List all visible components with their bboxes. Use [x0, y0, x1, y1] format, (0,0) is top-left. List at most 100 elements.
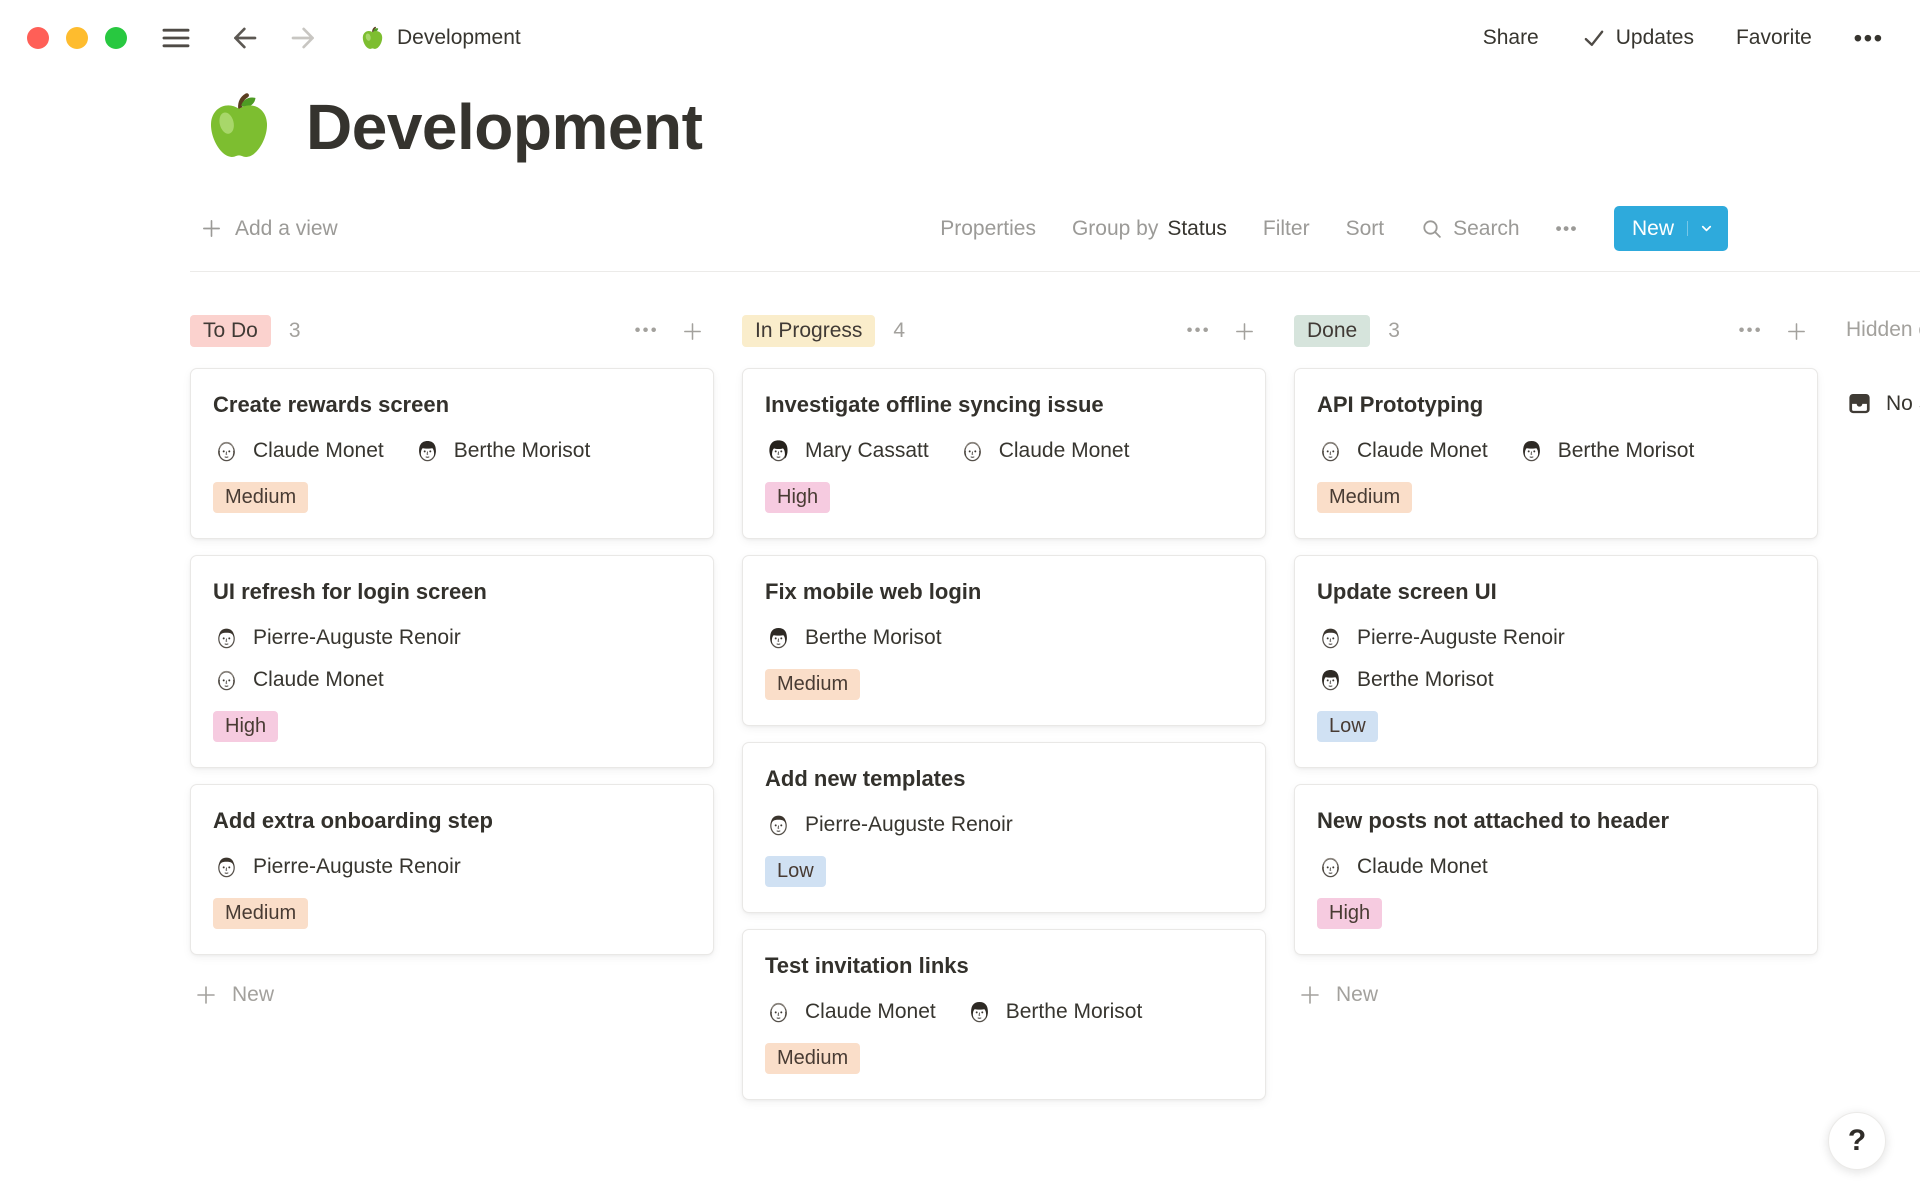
- assignee-name: Pierre-Auguste Renoir: [253, 855, 461, 879]
- kanban-card[interactable]: Update screen UIPierre-Auguste RenoirBer…: [1294, 555, 1818, 768]
- share-button[interactable]: Share: [1483, 26, 1539, 50]
- group-by-button[interactable]: Group by Status: [1072, 217, 1227, 241]
- board-columns: To Do3•••Create rewards screenClaude Mon…: [190, 312, 1818, 1100]
- group-by-value: Status: [1167, 217, 1227, 241]
- page-title[interactable]: Development: [306, 90, 702, 164]
- column-status-pill[interactable]: To Do: [190, 315, 271, 347]
- assignee: Pierre-Auguste Renoir: [1317, 624, 1565, 651]
- search-icon: [1420, 217, 1444, 241]
- kanban-card[interactable]: New posts not attached to headerClaude M…: [1294, 784, 1818, 955]
- filter-button[interactable]: Filter: [1263, 217, 1310, 241]
- search-button[interactable]: Search: [1420, 217, 1520, 241]
- plus-icon: [1298, 983, 1322, 1007]
- kanban-card[interactable]: API Prototyping Claude MonetBerthe Moriso…: [1294, 368, 1818, 539]
- avatar-man-bald-icon: [765, 998, 792, 1025]
- card-title: API Prototyping: [1317, 390, 1795, 419]
- column-more-button[interactable]: •••: [1739, 322, 1763, 340]
- kanban-card[interactable]: Investigate offline syncing issueMary Ca…: [742, 368, 1266, 539]
- back-arrow-icon[interactable]: [229, 22, 261, 54]
- properties-button[interactable]: Properties: [940, 217, 1036, 241]
- check-icon: [1581, 25, 1607, 51]
- minimize-window-button[interactable]: [66, 27, 88, 49]
- assignee: Berthe Morisot: [1518, 437, 1695, 464]
- help-button[interactable]: ?: [1828, 1112, 1886, 1170]
- avatar-man-icon: [765, 811, 792, 838]
- breadcrumb[interactable]: Development: [359, 25, 521, 52]
- priority-tag: High: [213, 711, 278, 742]
- card-assignees: Pierre-Auguste Renoir: [765, 811, 1243, 838]
- kanban-card[interactable]: Add new templates Pierre-Auguste Renoir Lo…: [742, 742, 1266, 913]
- chevron-down-icon: [1687, 221, 1714, 236]
- sidebar-menu-icon[interactable]: [159, 21, 193, 55]
- column-add-card-button[interactable]: [1233, 320, 1256, 343]
- priority-tag: Medium: [1317, 482, 1412, 513]
- new-button[interactable]: New: [1614, 206, 1728, 251]
- kanban-board: To Do3•••Create rewards screenClaude Mon…: [0, 272, 1920, 1100]
- assignee: Claude Monet: [213, 666, 384, 693]
- column-add-card-button[interactable]: [681, 320, 704, 343]
- avatar-man-bald-icon: [1317, 853, 1344, 880]
- add-new-card-button[interactable]: New: [1294, 983, 1818, 1007]
- column-count: 4: [893, 319, 905, 343]
- card-assignees: Pierre-Auguste Renoir Claude Monet: [213, 624, 691, 693]
- kanban-card[interactable]: UI refresh for login screenPierre-August…: [190, 555, 714, 768]
- zoom-window-button[interactable]: [105, 27, 127, 49]
- green-apple-icon[interactable]: [200, 88, 278, 166]
- column-add-card-button[interactable]: [1785, 320, 1808, 343]
- priority-tag: Medium: [765, 669, 860, 700]
- card-assignees: Berthe Morisot: [765, 624, 1243, 651]
- avatar-woman-icon: [765, 624, 792, 651]
- favorite-button[interactable]: Favorite: [1736, 26, 1812, 50]
- assignee-name: Berthe Morisot: [1357, 668, 1494, 692]
- view-more-button[interactable]: •••: [1556, 219, 1578, 239]
- assignee-name: Pierre-Auguste Renoir: [805, 813, 1013, 837]
- sort-button[interactable]: Sort: [1346, 217, 1385, 241]
- assignee-name: Claude Monet: [253, 439, 384, 463]
- column-cards: Investigate offline syncing issueMary Ca…: [742, 368, 1266, 1100]
- column-header-actions: •••: [635, 320, 704, 343]
- plus-icon: [200, 217, 223, 240]
- kanban-card[interactable]: Test invitation linksClaude MonetBerthe …: [742, 929, 1266, 1100]
- breadcrumb-title: Development: [397, 26, 521, 50]
- forward-arrow-icon[interactable]: [287, 22, 319, 54]
- hidden-columns-section: Hidden columns No Status: [1846, 312, 1920, 417]
- add-new-card-button[interactable]: New: [190, 983, 714, 1007]
- assignee: Berthe Morisot: [1317, 666, 1494, 693]
- plus-icon: [1233, 320, 1256, 343]
- traffic-lights: [27, 27, 127, 49]
- assignee: Mary Cassatt: [765, 437, 929, 464]
- card-assignees: Claude Monet Berthe Morisot: [213, 437, 691, 464]
- card-assignees: Claude MonetBerthe Morisot: [1317, 437, 1795, 464]
- column-status-pill[interactable]: Done: [1294, 315, 1370, 347]
- card-title: Test invitation links: [765, 951, 1243, 980]
- assignee-name: Berthe Morisot: [805, 626, 942, 650]
- green-apple-icon: [359, 25, 386, 52]
- kanban-card[interactable]: Add extra onboarding stepPierre-Auguste …: [190, 784, 714, 955]
- priority-tag: High: [1317, 898, 1382, 929]
- avatar-woman-dark-icon: [765, 437, 792, 464]
- column-more-button[interactable]: •••: [635, 322, 659, 340]
- hidden-columns-toggle[interactable]: Hidden columns: [1846, 318, 1920, 342]
- avatar-woman-icon: [1518, 437, 1545, 464]
- priority-tag: Medium: [213, 482, 308, 513]
- card-assignees: Mary CassattClaude Monet: [765, 437, 1243, 464]
- assignee-name: Claude Monet: [1357, 855, 1488, 879]
- assignee-name: Pierre-Auguste Renoir: [253, 626, 461, 650]
- card-title: Add new templates: [765, 764, 1243, 793]
- assignee-name: Claude Monet: [805, 1000, 936, 1024]
- avatar-man-bald-icon: [213, 437, 240, 464]
- updates-button[interactable]: Updates: [1581, 25, 1694, 51]
- column-more-button[interactable]: •••: [1187, 322, 1211, 340]
- titlebar-actions: Share Updates Favorite •••: [1483, 25, 1884, 52]
- kanban-card[interactable]: Fix mobile web login Berthe Morisot Medium: [742, 555, 1266, 726]
- assignee: Claude Monet: [765, 998, 936, 1025]
- hidden-column-item[interactable]: No Status: [1846, 390, 1920, 417]
- add-view-button[interactable]: Add a view: [200, 217, 338, 241]
- assignee-name: Berthe Morisot: [454, 439, 591, 463]
- column-status-pill[interactable]: In Progress: [742, 315, 875, 347]
- card-title: Fix mobile web login: [765, 577, 1243, 606]
- close-window-button[interactable]: [27, 27, 49, 49]
- kanban-card[interactable]: Create rewards screenClaude MonetBerthe …: [190, 368, 714, 539]
- priority-tag: Low: [765, 856, 826, 887]
- more-options-button[interactable]: •••: [1854, 25, 1884, 52]
